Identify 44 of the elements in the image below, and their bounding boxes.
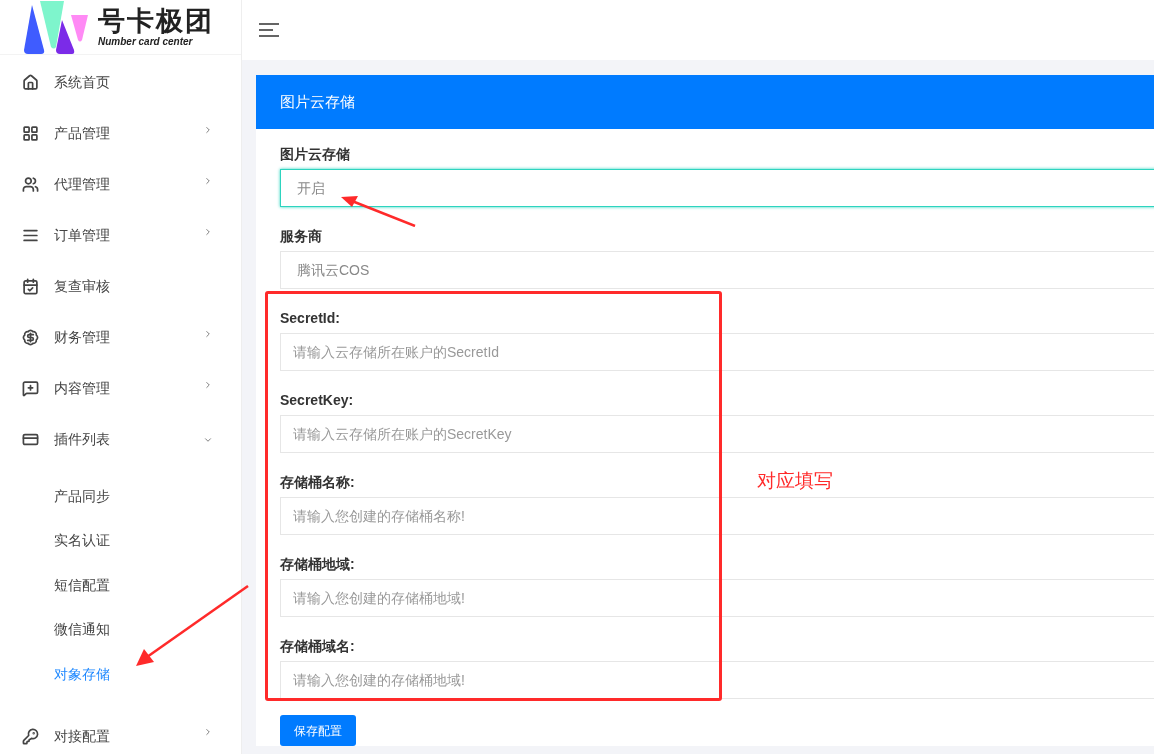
submenu-item[interactable]: 短信配置 [0, 563, 241, 608]
select-field[interactable]: 开启 [280, 169, 1154, 207]
dollar-badge-icon [22, 329, 39, 346]
field-label: SecretId: [280, 308, 340, 328]
sidebar-item[interactable]: 系统首页 [0, 57, 241, 108]
logo-icon [22, 0, 90, 54]
select-field[interactable]: 腾讯云COS [280, 251, 1154, 289]
sidebar-item[interactable]: 产品管理 [0, 108, 241, 159]
input-field[interactable]: 请输入云存储所在账户的SecretId [280, 333, 1154, 371]
sidebar-item[interactable]: 财务管理 [0, 312, 241, 363]
sidebar-item[interactable]: 对接配置 [0, 710, 241, 754]
list-icon [22, 227, 39, 244]
submenu-item[interactable]: 产品同步 [0, 474, 241, 519]
submenu-item[interactable]: 实名认证 [0, 518, 241, 563]
field-label: 存储桶域名: [280, 636, 355, 656]
field-label: 图片云存储 [280, 144, 350, 164]
home-icon [22, 74, 39, 91]
card-plus-icon [22, 431, 39, 448]
field-label: 服务商 [280, 226, 322, 246]
input-field[interactable]: 请输入您创建的存储桶名称! [280, 497, 1154, 535]
input-field[interactable]: 请输入您创建的存储桶地域! [280, 579, 1154, 617]
logo-subtitle: Number card center [98, 36, 194, 48]
sidebar-item[interactable]: 代理管理 [0, 159, 241, 210]
field-label: 存储桶地域: [280, 554, 355, 574]
calendar-check-icon [22, 278, 39, 295]
sidebar-item[interactable]: 复查审核 [0, 261, 241, 312]
input-field[interactable]: 请输入云存储所在账户的SecretKey [280, 415, 1154, 453]
message-plus-icon [22, 380, 39, 397]
menu-icon[interactable] [259, 23, 279, 37]
submenu-item[interactable]: 微信通知 [0, 607, 241, 652]
sidebar-item[interactable]: 订单管理 [0, 210, 241, 261]
people-icon [22, 176, 39, 193]
card-header: 图片云存储 [256, 75, 1154, 129]
submenu-item[interactable]: 对象存储 [0, 652, 241, 697]
sidebar-item[interactable]: 插件列表 [0, 414, 241, 465]
field-label: SecretKey: [280, 390, 354, 410]
save-button[interactable]: 保存配置 [280, 715, 356, 746]
sidebar-item[interactable]: 内容管理 [0, 363, 241, 414]
key-icon [22, 727, 39, 745]
logo-title: 号卡极团 [98, 6, 214, 36]
annotation-text: 对应填写 [757, 469, 833, 493]
grid-icon [22, 125, 39, 142]
input-field[interactable]: 请输入您创建的存储桶地域! [280, 661, 1154, 699]
field-label: 存储桶名称: [280, 472, 355, 492]
